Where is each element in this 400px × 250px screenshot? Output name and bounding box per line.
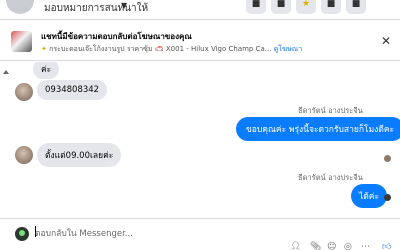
ad-reply-banner: แชทนี้มีข้อความตอบกลับต่อโฆษณาของคุณ ✦ ก… (0, 21, 400, 61)
contact-avatar[interactable] (15, 146, 33, 164)
view-ad-link[interactable]: ดูโฆษณา (274, 45, 303, 53)
conversation-header: มอบหมายการสนทนาให้ ▼ ■ ■ ★ ■ ■ (0, 0, 400, 20)
incoming-message: ค่ะ (33, 62, 60, 79)
message-text: ตั้งแต่09.00เลยค่ะ (45, 151, 114, 161)
incoming-message: ตั้งแต่09.00เลยค่ะ (37, 143, 122, 167)
page-avatar (15, 227, 29, 241)
message-composer: ตอบกลับใน Messenger... 👤︎ 📎︎ ☺ ◎ ⋯ 👍︎ (0, 218, 400, 250)
star-icon[interactable]: ★ (296, 0, 316, 14)
gif-icon[interactable]: ◎ (344, 242, 352, 250)
seen-receipt-avatar (384, 194, 391, 201)
message-text: ค่ะ (41, 65, 52, 75)
scroll-up-icon[interactable] (2, 68, 10, 76)
sparkle-icon: ✦ (41, 45, 47, 53)
attach-icon[interactable]: 📎︎ (310, 242, 321, 250)
seen-receipt-avatar (384, 155, 391, 162)
header-action-5-icon[interactable]: ■ (346, 0, 366, 14)
message-text: ได้ค่ะ (359, 192, 380, 202)
ad-code: X001 - Hilux Vigo Champ Ca... (165, 45, 272, 53)
header-action-4-icon[interactable]: ■ (321, 0, 341, 14)
assign-conversation-label[interactable]: มอบหมายการสนทนาให้ (44, 1, 148, 16)
chevron-down-icon[interactable]: ▼ (121, 1, 127, 10)
close-icon[interactable]: ✕ (381, 34, 391, 48)
reply-input[interactable]: ตอบกลับใน Messenger... (35, 226, 133, 240)
ad-thumbnail[interactable] (11, 31, 32, 52)
outgoing-message: ได้ค่ะ (351, 184, 388, 208)
incoming-message: 0934808342 (37, 80, 108, 100)
message-text: 0934808342 (45, 85, 100, 95)
add-person-icon[interactable]: 👤︎ (290, 242, 301, 250)
more-options-icon[interactable]: ⋯ (361, 242, 370, 250)
contact-avatar[interactable] (15, 83, 33, 101)
sender-name: ธีดารัตน์ อางประจีน (298, 173, 363, 182)
ad-banner-title: แชทนี้มีข้อความตอบกลับต่อโฆษณาของคุณ (41, 32, 192, 41)
emoji-icon[interactable]: ☺ (327, 242, 336, 250)
like-icon[interactable]: 👍︎ (382, 242, 391, 250)
contact-avatar[interactable] (6, 0, 34, 14)
header-action-2-icon[interactable]: ■ (271, 0, 291, 14)
message-thread[interactable]: ค่ะ 0934808342 ธีดารัตน์ อางประจีน ขอบคุ… (0, 62, 400, 218)
header-action-1-icon[interactable]: ■ (246, 0, 266, 14)
ad-name: กระบะดอนเจ๊ะโก้งงานรูป ราคาซุ้ม (49, 45, 153, 53)
car-icon: 🚗︎ (154, 45, 164, 53)
ad-banner-subtitle: ✦ กระบะดอนเจ๊ะโก้งงานรูป ราคาซุ้ม 🚗︎ X00… (41, 44, 302, 55)
sender-name: ธีดารัตน์ อางประจีน (298, 106, 363, 115)
message-text: ขอบคุณค่ะ พรุ่งนี้จะดวกรับสายก็โมงดีคะ (246, 125, 395, 135)
outgoing-message: ขอบคุณค่ะ พรุ่งนี้จะดวกรับสายก็โมงดีคะ (236, 117, 400, 141)
